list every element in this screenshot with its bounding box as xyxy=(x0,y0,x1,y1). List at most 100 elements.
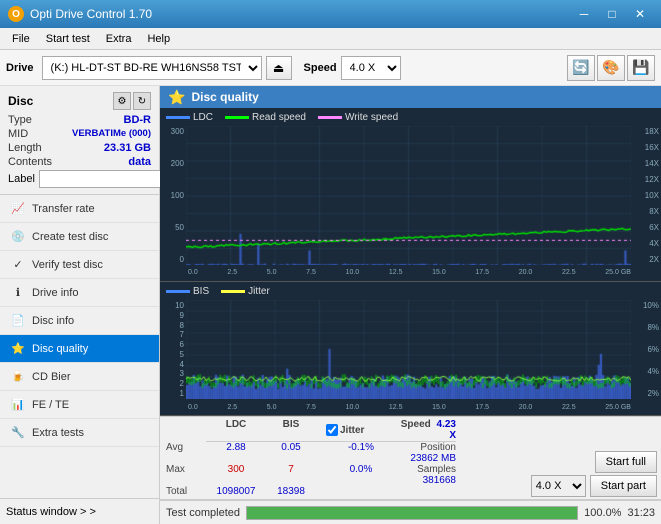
avg-label: Avg xyxy=(166,442,206,464)
content-title: Disc quality xyxy=(191,90,258,104)
y-right-12x: 12X xyxy=(635,175,659,184)
chart2-legend-jitter: Jitter xyxy=(248,286,270,297)
nav-verify-test-disc[interactable]: ✓ Verify test disc xyxy=(0,251,159,279)
disc-title: Disc xyxy=(8,94,33,108)
y-left-50: 50 xyxy=(175,223,184,232)
progress-fill xyxy=(247,507,577,519)
y-right-6x: 6X xyxy=(635,223,659,232)
disc-icon-2[interactable]: ↻ xyxy=(133,92,151,110)
status-window-btn[interactable]: Status window > > xyxy=(0,498,159,524)
y-right-16x: 16X xyxy=(635,143,659,152)
fe-te-label: FE / TE xyxy=(32,399,69,411)
toolbar-btn-2[interactable]: 🎨 xyxy=(597,55,625,81)
chart1-container: LDC Read speed Write speed xyxy=(160,108,661,282)
verify-test-disc-label: Verify test disc xyxy=(32,259,103,271)
length-value: 23.31 GB xyxy=(104,142,151,154)
jitter-header: Jitter xyxy=(340,425,364,436)
extra-tests-icon: 🔧 xyxy=(10,425,26,441)
minimize-button[interactable]: ─ xyxy=(571,4,597,24)
y-left-200: 200 xyxy=(171,159,184,168)
disc-icon-1[interactable]: ⚙ xyxy=(113,92,131,110)
sidebar: Disc ⚙ ↻ Type BD-R MID VERBATIMe (000) L… xyxy=(0,86,160,524)
verify-test-disc-icon: ✓ xyxy=(10,257,26,273)
nav-drive-info[interactable]: ℹ Drive info xyxy=(0,279,159,307)
extra-tests-label: Extra tests xyxy=(32,427,84,439)
nav-transfer-rate[interactable]: 📈 Transfer rate xyxy=(0,195,159,223)
nav-extra-tests[interactable]: 🔧 Extra tests xyxy=(0,419,159,447)
jitter-checkbox[interactable] xyxy=(326,424,338,436)
eject-button[interactable]: ⏏ xyxy=(266,56,292,80)
time-elapsed: 31:23 xyxy=(627,507,655,519)
disc-quality-label: Disc quality xyxy=(32,343,88,355)
y-right-18x: 18X xyxy=(635,127,659,136)
position-label: Position xyxy=(420,442,456,453)
mid-label: MID xyxy=(8,128,28,140)
max-label: Max xyxy=(166,464,206,486)
total-label: Total xyxy=(166,486,206,497)
create-test-disc-label: Create test disc xyxy=(32,231,108,243)
start-full-button[interactable]: Start full xyxy=(595,451,657,473)
toolbar: Drive (K:) HL-DT-ST BD-RE WH16NS58 TST4 … xyxy=(0,50,661,86)
stats-panel: LDC BIS Jitter Speed 4.23 X Avg xyxy=(160,416,661,500)
chart2-legend-bis: BIS xyxy=(193,286,209,297)
y-right-4x: 4X xyxy=(635,239,659,248)
y-right-10x: 10X xyxy=(635,191,659,200)
speed-value-text: 4.23 X xyxy=(437,419,456,441)
toolbar-btn-1[interactable]: 🔄 xyxy=(567,55,595,81)
nav-fe-te[interactable]: 📊 FE / TE xyxy=(0,391,159,419)
status-window-label: Status window > > xyxy=(6,506,96,518)
app-title: Opti Drive Control 1.70 xyxy=(30,7,152,21)
chart2-container: BIS Jitter 10% 8% 6% 4% 2% xyxy=(160,282,661,416)
drive-select[interactable]: (K:) HL-DT-ST BD-RE WH16NS58 TST4 xyxy=(42,56,262,80)
nav-create-test-disc[interactable]: 💿 Create test disc xyxy=(0,223,159,251)
max-bis: 7 xyxy=(266,464,316,486)
progress-percent: 100.0% xyxy=(584,507,621,519)
contents-value: data xyxy=(128,156,151,168)
bis-header: BIS xyxy=(266,419,316,442)
transfer-rate-icon: 📈 xyxy=(10,201,26,217)
label-input[interactable] xyxy=(39,170,177,188)
type-value: BD-R xyxy=(124,114,152,126)
chart1-legend-read: Read speed xyxy=(252,112,306,123)
disc-info-icon: 📄 xyxy=(10,313,26,329)
status-text: Test completed xyxy=(166,507,240,519)
menu-help[interactable]: Help xyxy=(139,28,178,50)
drive-info-icon: ℹ xyxy=(10,285,26,301)
content-area: ⭐ Disc quality LDC Read speed xyxy=(160,86,661,524)
chart1-legend-ldc: LDC xyxy=(193,112,213,123)
menu-start-test[interactable]: Start test xyxy=(38,28,98,50)
y-right-2x: 2X xyxy=(635,255,659,264)
total-bis: 18398 xyxy=(266,486,316,497)
bottom-status-bar: Test completed 100.0% 31:23 xyxy=(160,500,661,524)
nav-items: 📈 Transfer rate 💿 Create test disc ✓ Ver… xyxy=(0,195,159,498)
contents-label: Contents xyxy=(8,156,52,168)
drive-label: Drive xyxy=(6,62,34,74)
cd-bier-label: CD Bier xyxy=(32,371,71,383)
type-label: Type xyxy=(8,114,32,126)
position-value: 23862 MB xyxy=(410,453,456,464)
title-bar: O Opti Drive Control 1.70 ─ □ ✕ xyxy=(0,0,661,28)
close-button[interactable]: ✕ xyxy=(627,4,653,24)
speed-dropdown[interactable]: 4.0 X xyxy=(531,475,586,497)
avg-jitter: -0.1% xyxy=(316,442,396,464)
samples-label: Samples xyxy=(417,464,456,475)
y-left-100: 100 xyxy=(171,191,184,200)
chart1-canvas xyxy=(186,126,631,265)
maximize-button[interactable]: □ xyxy=(599,4,625,24)
speed-select[interactable]: 4.0 X xyxy=(341,56,401,80)
y-left-300: 300 xyxy=(171,127,184,136)
chart1-legend-write: Write speed xyxy=(345,112,398,123)
app-icon: O xyxy=(8,6,24,22)
disc-quality-icon: ⭐ xyxy=(10,341,26,357)
start-part-button[interactable]: Start part xyxy=(590,475,657,497)
menu-file[interactable]: File xyxy=(4,28,38,50)
disc-info-label: Disc info xyxy=(32,315,74,327)
nav-disc-quality[interactable]: ⭐ Disc quality xyxy=(0,335,159,363)
samples-value: 381668 xyxy=(423,475,456,486)
toolbar-btn-3[interactable]: 💾 xyxy=(627,55,655,81)
fe-te-icon: 📊 xyxy=(10,397,26,413)
menu-bar: File Start test Extra Help xyxy=(0,28,661,50)
menu-extra[interactable]: Extra xyxy=(98,28,140,50)
nav-disc-info[interactable]: 📄 Disc info xyxy=(0,307,159,335)
nav-cd-bier[interactable]: 🍺 CD Bier xyxy=(0,363,159,391)
